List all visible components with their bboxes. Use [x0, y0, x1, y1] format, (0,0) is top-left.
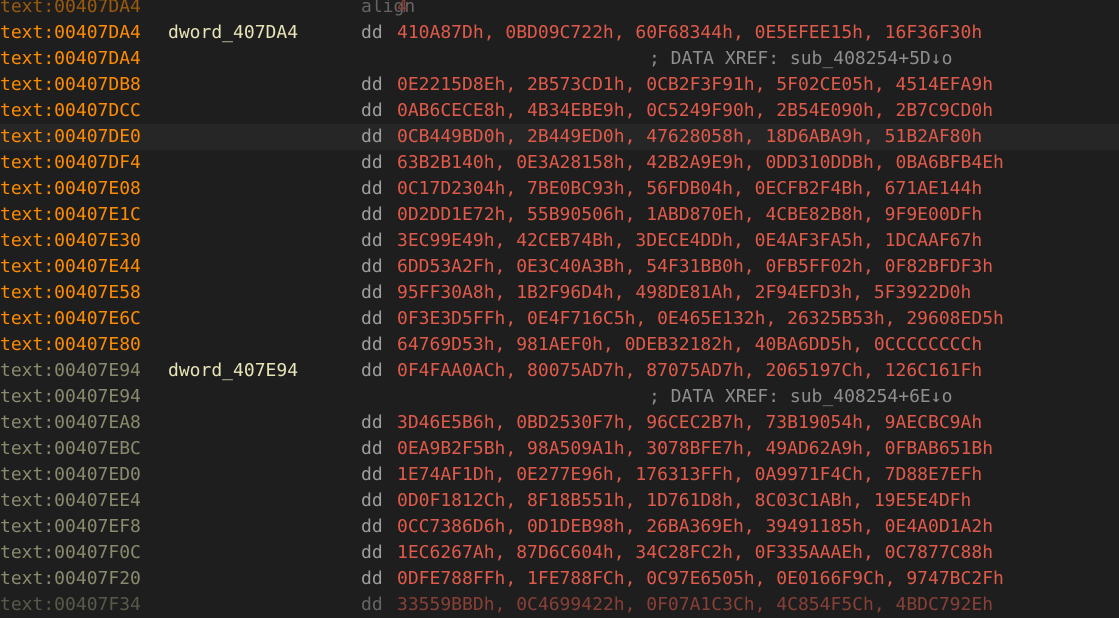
operand-values[interactable]: 1EC6267Ah, 87D6C604h, 34C28FC2h, 0F335AA…	[397, 540, 993, 566]
operand-values[interactable]: 0EA9B2F5Bh, 98A509A1h, 3078BFE7h, 49AD62…	[397, 436, 993, 462]
directive: dd	[361, 438, 383, 459]
address[interactable]: text:00407DE0	[0, 124, 141, 150]
listing-row[interactable]: text:00407F34 dd 33559BBDh, 0C4699422h, 0F…	[0, 592, 1119, 618]
listing-row[interactable]: text:00407EA8 dd 3D46E5B6h, 0BD2530F7h, 96…	[0, 410, 1119, 436]
address[interactable]: text:00407DA4	[0, 20, 141, 46]
listing-row[interactable]: text:00407DA4 align 4	[0, 0, 1119, 20]
operand-values[interactable]: 33559BBDh, 0C4699422h, 0F07A1C3Ch, 4C854…	[397, 592, 993, 618]
directive: dd	[361, 100, 383, 121]
address[interactable]: text:00407E08	[0, 176, 141, 202]
operand-values[interactable]: 0AB6CECE8h, 4B34EBE9h, 0C5249F90h, 2B54E…	[397, 98, 993, 124]
directive: dd	[361, 412, 383, 433]
listing-row[interactable]: text:00407DF4 dd 63B2B140h, 0E3A28158h, 42…	[0, 150, 1119, 176]
directive: dd	[361, 308, 383, 329]
directive: dd	[361, 204, 383, 225]
listing-row[interactable]: text:00407E44 dd 6DD53A2Fh, 0E3C40A3Bh, 54…	[0, 254, 1119, 280]
address[interactable]: text:00407E94	[0, 384, 141, 410]
address[interactable]: text:00407EE4	[0, 488, 141, 514]
operand-values[interactable]: 0D0F1812Ch, 8F18B551h, 1D761D8h, 8C03C1A…	[397, 488, 971, 514]
listing-row[interactable]: text:00407DCC dd 0AB6CECE8h, 4B34EBE9h, 0C…	[0, 98, 1119, 124]
directive: dd	[361, 334, 383, 355]
address[interactable]: text:00407E44	[0, 254, 141, 280]
symbol-label[interactable]: dword_407E94	[168, 358, 298, 384]
listing-row[interactable]: text:00407E6C dd 0F3E3D5FFh, 0E4F716C5h, 0…	[0, 306, 1119, 332]
operand-values[interactable]: 0C17D2304h, 7BE0BC93h, 56FDB04h, 0ECFB2F…	[397, 176, 982, 202]
listing-row[interactable]: text:00407E94 ; DATA XREF: sub_408254+6E↓…	[0, 384, 1119, 410]
directive: dd	[361, 568, 383, 589]
listing-row[interactable]: text:00407E08 dd 0C17D2304h, 7BE0BC93h, 56…	[0, 176, 1119, 202]
listing-row[interactable]: text:00407E94 dword_407E94 dd 0F4FAA0ACh, 8…	[0, 358, 1119, 384]
listing-row-current[interactable]: text:00407DE0 dd 0CB449BD0h, 2B449ED0h, 47…	[0, 124, 1119, 150]
symbol-label[interactable]: dword_407DA4	[168, 20, 298, 46]
operand-values[interactable]: 0CC7386D6h, 0D1DEB98h, 26BA369Eh, 394911…	[397, 514, 993, 540]
operand-values[interactable]: 0E2215D8Eh, 2B573CD1h, 0CB2F3F91h, 5F02C…	[397, 72, 993, 98]
directive: dd	[361, 22, 383, 43]
operand-values[interactable]: 0CB449BD0h, 2B449ED0h, 47628058h, 18D6AB…	[397, 124, 982, 150]
directive: dd	[361, 178, 383, 199]
address[interactable]: text:00407F0C	[0, 540, 141, 566]
directive: dd	[361, 126, 383, 147]
address[interactable]: text:00407DF4	[0, 150, 141, 176]
listing-row[interactable]: text:00407DA4 ; DATA XREF: sub_408254+5D↓…	[0, 46, 1119, 72]
operand-values[interactable]: 0DFE788FFh, 1FE788FCh, 0C97E6505h, 0E016…	[397, 566, 1004, 592]
operand-values[interactable]: 1E74AF1Dh, 0E277E96h, 176313FFh, 0A9971F…	[397, 462, 982, 488]
directive: dd	[361, 256, 383, 277]
directive: dd	[361, 360, 383, 381]
listing-row[interactable]: text:00407E1C dd 0D2DD1E72h, 55B90506h, 1A…	[0, 202, 1119, 228]
operand-values[interactable]: 3EC99E49h, 42CEB74Bh, 3DECE4DDh, 0E4AF3F…	[397, 228, 982, 254]
address[interactable]: text:00407E80	[0, 332, 141, 358]
operand-values[interactable]: 6DD53A2Fh, 0E3C40A3Bh, 54F31BB0h, 0FB5FF…	[397, 254, 993, 280]
directive: dd	[361, 542, 383, 563]
operand-values[interactable]: 63B2B140h, 0E3A28158h, 42B2A9E9h, 0DD310…	[397, 150, 1004, 176]
address[interactable]: text:00407DCC	[0, 98, 141, 124]
listing-row[interactable]: text:00407EBC dd 0EA9B2F5Bh, 98A509A1h, 30…	[0, 436, 1119, 462]
operand-values[interactable]: 64769D53h, 981AEF0h, 0DEB32182h, 40BA6DD…	[397, 332, 982, 358]
address[interactable]: text:00407ED0	[0, 462, 141, 488]
directive: dd	[361, 230, 383, 251]
directive: dd	[361, 516, 383, 537]
xref-comment[interactable]: ; DATA XREF: sub_408254+6E↓o	[649, 384, 952, 410]
xref-comment[interactable]: ; DATA XREF: sub_408254+5D↓o	[649, 46, 952, 72]
address[interactable]: text:00407E30	[0, 228, 141, 254]
listing-row[interactable]: text:00407DA4 dword_407DA4 dd 410A87Dh, 0BD…	[0, 20, 1119, 46]
address[interactable]: text:00407DA4	[0, 0, 141, 20]
listing-row[interactable]: text:00407F0C dd 1EC6267Ah, 87D6C604h, 34C…	[0, 540, 1119, 566]
operand-values[interactable]: 95FF30A8h, 1B2F96D4h, 498DE81Ah, 2F94EFD…	[397, 280, 971, 306]
address[interactable]: text:00407EBC	[0, 436, 141, 462]
directive: dd	[361, 282, 383, 303]
directive: dd	[361, 152, 383, 173]
directive: dd	[361, 74, 383, 95]
operand-values[interactable]: 410A87Dh, 0BD09C722h, 60F68344h, 0E5EFEE…	[397, 20, 982, 46]
operand-values[interactable]: 0F3E3D5FFh, 0E4F716C5h, 0E465E132h, 2632…	[397, 306, 1004, 332]
operand-values[interactable]: 0D2DD1E72h, 55B90506h, 1ABD870Eh, 4CBE82…	[397, 202, 982, 228]
address[interactable]: text:00407DB8	[0, 72, 141, 98]
listing-row[interactable]: text:00407DB8 dd 0E2215D8Eh, 2B573CD1h, 0C…	[0, 72, 1119, 98]
address[interactable]: text:00407F34	[0, 592, 141, 618]
listing-row[interactable]: text:00407EE4 dd 0D0F1812Ch, 8F18B551h, 1D…	[0, 488, 1119, 514]
address[interactable]: text:00407E1C	[0, 202, 141, 228]
address[interactable]: text:00407E94	[0, 358, 141, 384]
address[interactable]: text:00407EA8	[0, 410, 141, 436]
listing-row[interactable]: text:00407EF8 dd 0CC7386D6h, 0D1DEB98h, 26…	[0, 514, 1119, 540]
operand-values[interactable]: 3D46E5B6h, 0BD2530F7h, 96CEC2B7h, 73B190…	[397, 410, 982, 436]
directive: dd	[361, 464, 383, 485]
directive: dd	[361, 594, 383, 615]
address[interactable]: text:00407DA4	[0, 46, 141, 72]
listing-row[interactable]: text:00407E80 dd 64769D53h, 981AEF0h, 0DEB…	[0, 332, 1119, 358]
address[interactable]: text:00407F20	[0, 566, 141, 592]
operand-values[interactable]: 0F4FAA0ACh, 80075AD7h, 87075AD7h, 206519…	[397, 358, 982, 384]
listing-row[interactable]: text:00407F20 dd 0DFE788FFh, 1FE788FCh, 0C…	[0, 566, 1119, 592]
address[interactable]: text:00407E58	[0, 280, 141, 306]
listing-row[interactable]: text:00407ED0 dd 1E74AF1Dh, 0E277E96h, 176…	[0, 462, 1119, 488]
listing-row[interactable]: text:00407E30 dd 3EC99E49h, 42CEB74Bh, 3DE…	[0, 228, 1119, 254]
operand-values[interactable]: 4	[397, 0, 408, 20]
directive: dd	[361, 490, 383, 511]
address[interactable]: text:00407E6C	[0, 306, 141, 332]
disassembly-listing[interactable]: text:00407DA4 align 4 text:00407DA4 dword_40…	[0, 0, 1119, 618]
address[interactable]: text:00407EF8	[0, 514, 141, 540]
listing-row[interactable]: text:00407E58 dd 95FF30A8h, 1B2F96D4h, 498…	[0, 280, 1119, 306]
